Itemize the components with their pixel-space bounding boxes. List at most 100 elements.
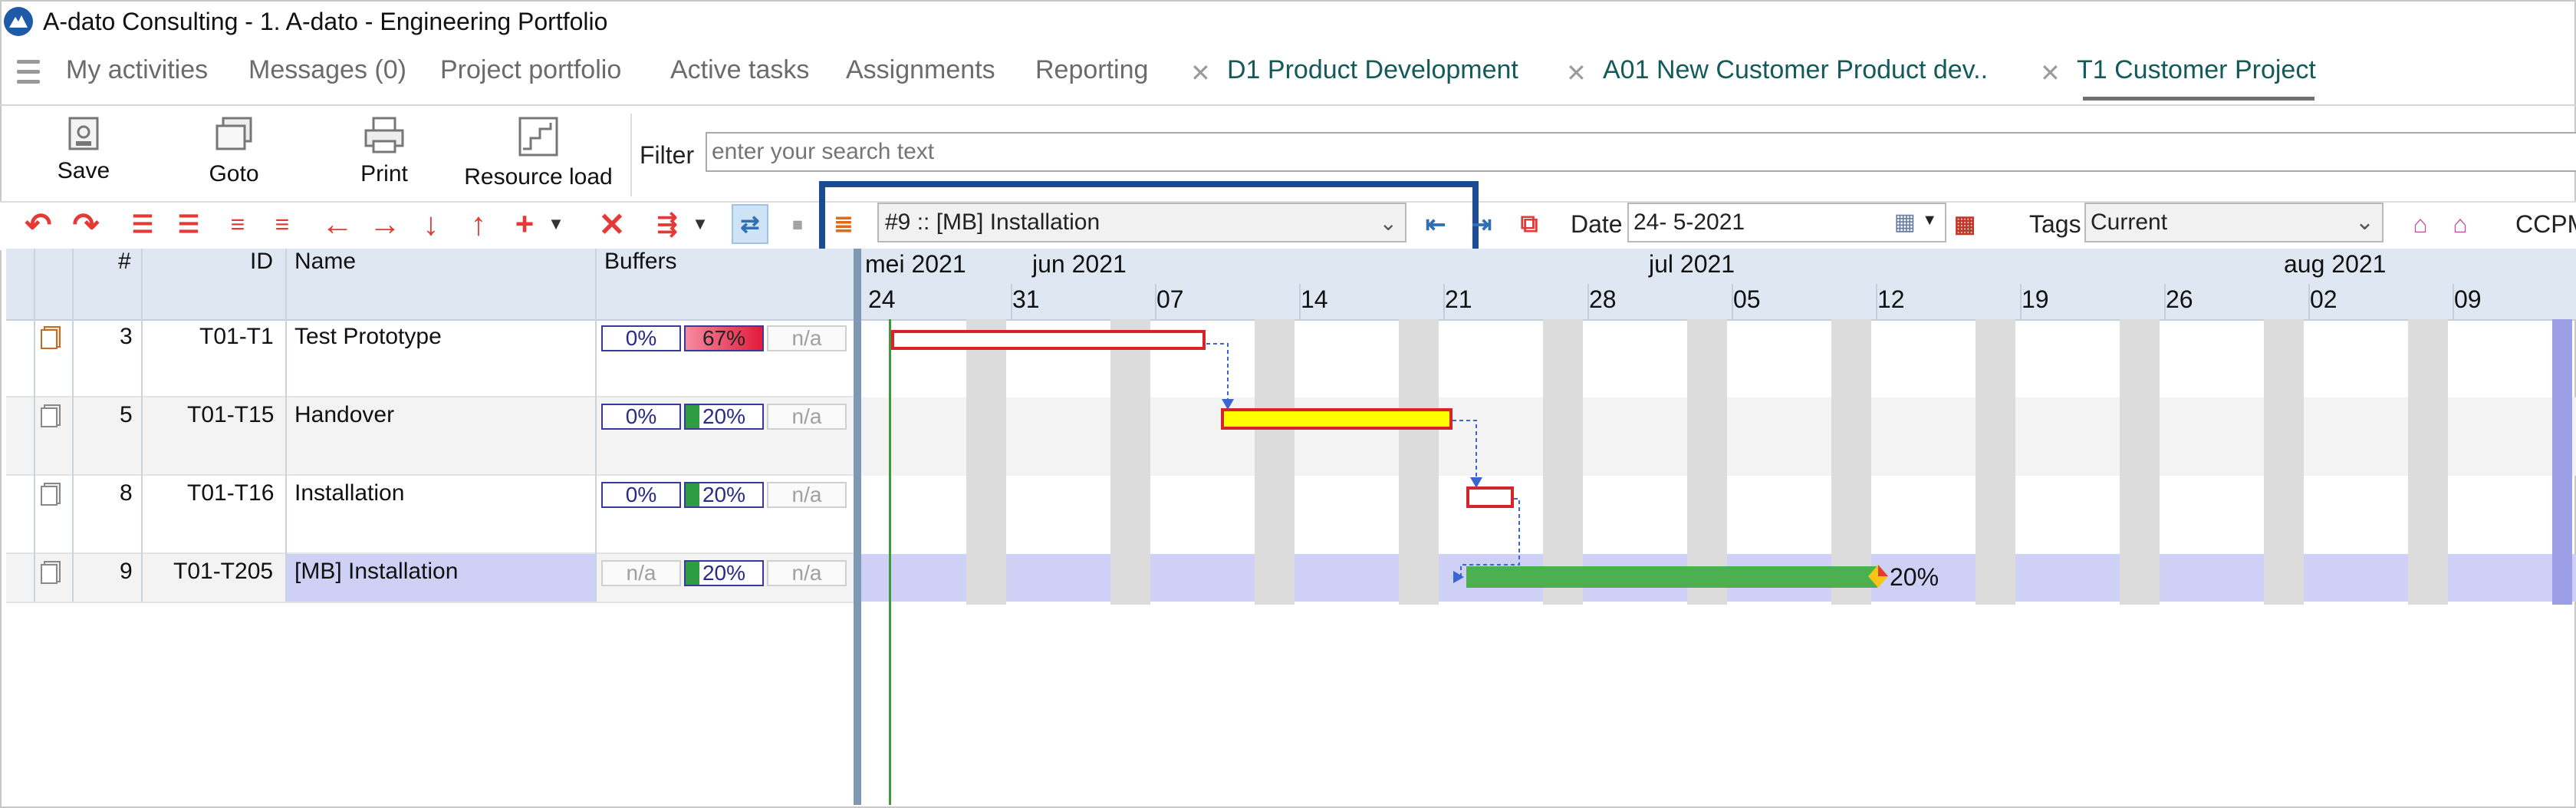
filter-search-input[interactable] [706, 132, 2576, 172]
tags-dropdown[interactable]: Current ⌄ [2084, 203, 2384, 242]
row-num: 5 [120, 402, 133, 427]
date-label: Date [1571, 210, 1623, 238]
arrow-right-icon[interactable]: → [367, 204, 403, 244]
save-button[interactable]: Save [49, 115, 118, 184]
table-row[interactable]: 8 T01-T16 Installation 0% 20% n/a [6, 476, 859, 554]
day-label: 31 [1012, 285, 1040, 313]
chevron-down-icon: ⌄ [1379, 211, 1397, 235]
month-label: jun 2021 [1032, 250, 1127, 278]
window-title: A-dato Consulting - 1. A-dato - Engineer… [43, 7, 608, 35]
day-label: 26 [2166, 285, 2193, 313]
tag-remove-icon[interactable]: ⌂ [2442, 204, 2479, 244]
tab-t1-customer-project[interactable]: T1 Customer Project [2077, 55, 2316, 85]
calendar-grid-icon[interactable]: ▦ [1946, 204, 1983, 244]
menu-active-tasks[interactable]: Active tasks [670, 55, 809, 85]
goto-button[interactable]: Goto [199, 115, 268, 187]
month-label: mei 2021 [865, 250, 966, 278]
print-button[interactable]: Print [350, 115, 419, 187]
table-row[interactable]: 3 T01-T1 Test Prototype 0% 67% n/a [6, 319, 859, 397]
buffer-feeding: 20% [684, 404, 764, 430]
app-logo-icon [4, 7, 33, 36]
ccpm-label: CCPM [2515, 210, 2576, 238]
tags-chevron-icon: ⌄ [2354, 209, 2374, 235]
arrow-left-icon[interactable]: ← [319, 204, 356, 244]
row-id: T01-T15 [187, 402, 275, 427]
grid-line [285, 249, 287, 602]
menu-assignments[interactable]: Assignments [846, 55, 995, 85]
split-task-icon[interactable]: ⧉ [1511, 204, 1548, 244]
row-name[interactable]: [MB] Installation [294, 559, 458, 585]
month-label: jul 2021 [1649, 250, 1735, 278]
table-row-selected[interactable]: 9 T01-T205 [MB] Installation n/a 20% n/a [6, 554, 859, 603]
link-tasks-icon[interactable]: ⇶ [649, 204, 686, 244]
menu-my-activities[interactable]: My activities [66, 55, 208, 85]
col-header-num[interactable]: # [118, 249, 131, 275]
table-row[interactable]: 5 T01-T15 Handover 0% 20% n/a [6, 397, 859, 476]
title-bar: A-dato Consulting - 1. A-dato - Engineer… [3, 0, 2572, 43]
task-card-icon [40, 482, 61, 506]
close-tab-d1-icon[interactable]: ✕ [1190, 58, 1211, 87]
resource-load-label: Resource load [464, 164, 613, 190]
month-label: aug 2021 [2284, 250, 2387, 278]
move-right-icon[interactable]: ⇥ [1463, 204, 1500, 244]
col-header-buffers[interactable]: Buffers [604, 249, 677, 275]
day-label: 02 [2310, 285, 2337, 313]
buffer-feeding: 67% [684, 325, 764, 351]
row-name[interactable]: Handover [294, 402, 394, 428]
col-header-name[interactable]: Name [294, 249, 356, 275]
menu-reporting[interactable]: Reporting [1035, 55, 1148, 85]
printer-icon [364, 117, 404, 153]
calendar-icon[interactable]: ▦ [1894, 209, 1916, 236]
row-num: 9 [120, 559, 133, 584]
date-chevron-icon[interactable]: ▼ [1922, 212, 1937, 229]
buffer-project: 0% [601, 325, 681, 351]
resource-load-button[interactable]: Resource load [462, 115, 615, 190]
tab-a01-new-customer-product[interactable]: A01 New Customer Product dev.. [1603, 55, 1988, 85]
row-name[interactable]: Installation [294, 480, 404, 506]
link-dropdown-chevron-icon[interactable]: ▼ [689, 204, 712, 244]
active-tab-indicator [2083, 97, 2314, 101]
task-card-icon [40, 560, 61, 585]
grid-line [34, 249, 35, 602]
add-icon[interactable]: + [506, 204, 543, 244]
undo-icon[interactable]: ↶ [20, 204, 57, 244]
menu-project-portfolio[interactable]: Project portfolio [440, 55, 621, 85]
arrow-up-icon[interactable]: ↑ [460, 204, 497, 244]
panel-splitter[interactable] [854, 249, 861, 805]
day-label: 09 [2454, 285, 2482, 313]
row-name[interactable]: Test Prototype [294, 324, 442, 350]
row-id: T01-T1 [199, 324, 274, 349]
move-left-icon[interactable]: ⇤ [1417, 204, 1454, 244]
date-value: 24- 5-2021 [1633, 209, 1745, 235]
tab-d1-product-development[interactable]: D1 Product Development [1227, 55, 1518, 85]
menu-messages[interactable]: Messages (0) [248, 55, 406, 85]
tags-value: Current [2091, 209, 2168, 235]
tags-label: Tags [2029, 210, 2081, 238]
ribbon-separator [630, 114, 632, 196]
date-input[interactable]: 24- 5-2021 ▦ ▼ [1627, 203, 1946, 242]
hamburger-menu-icon[interactable] [17, 60, 40, 87]
redo-icon[interactable]: ↷ [67, 204, 104, 244]
insert-row-icon[interactable]: ≡ [219, 204, 256, 244]
row-id: T01-T205 [173, 559, 274, 584]
close-tab-a01-icon[interactable]: ✕ [1566, 58, 1587, 87]
outdent-list-icon[interactable]: ☰ [170, 204, 207, 244]
delete-row-icon[interactable]: ≡ [264, 204, 301, 244]
row-num: 3 [120, 324, 133, 349]
day-label: 05 [1733, 285, 1761, 313]
buffer-resource: n/a [767, 325, 847, 351]
indent-list-icon[interactable]: ☰ [124, 204, 161, 244]
task-selector-dropdown[interactable]: #9 :: [MB] Installation ⌄ [877, 203, 1406, 242]
grid-header [6, 249, 859, 321]
arrow-down-icon[interactable]: ↓ [413, 204, 449, 244]
delete-icon[interactable]: ✕ [594, 204, 630, 244]
buffer-feeding: 20% [684, 560, 764, 586]
close-tab-t1-icon[interactable]: ✕ [2040, 58, 2061, 87]
design-mode-icon[interactable]: ▦ [779, 204, 816, 244]
toggle-view-icon[interactable]: ⇄ [732, 204, 768, 244]
add-dropdown-chevron-icon[interactable]: ▼ [544, 204, 568, 244]
goto-label: Goto [209, 161, 259, 186]
day-label: 19 [2022, 285, 2049, 313]
tag-add-icon[interactable]: ⌂ [2402, 204, 2439, 244]
col-header-id[interactable]: ID [250, 249, 273, 275]
